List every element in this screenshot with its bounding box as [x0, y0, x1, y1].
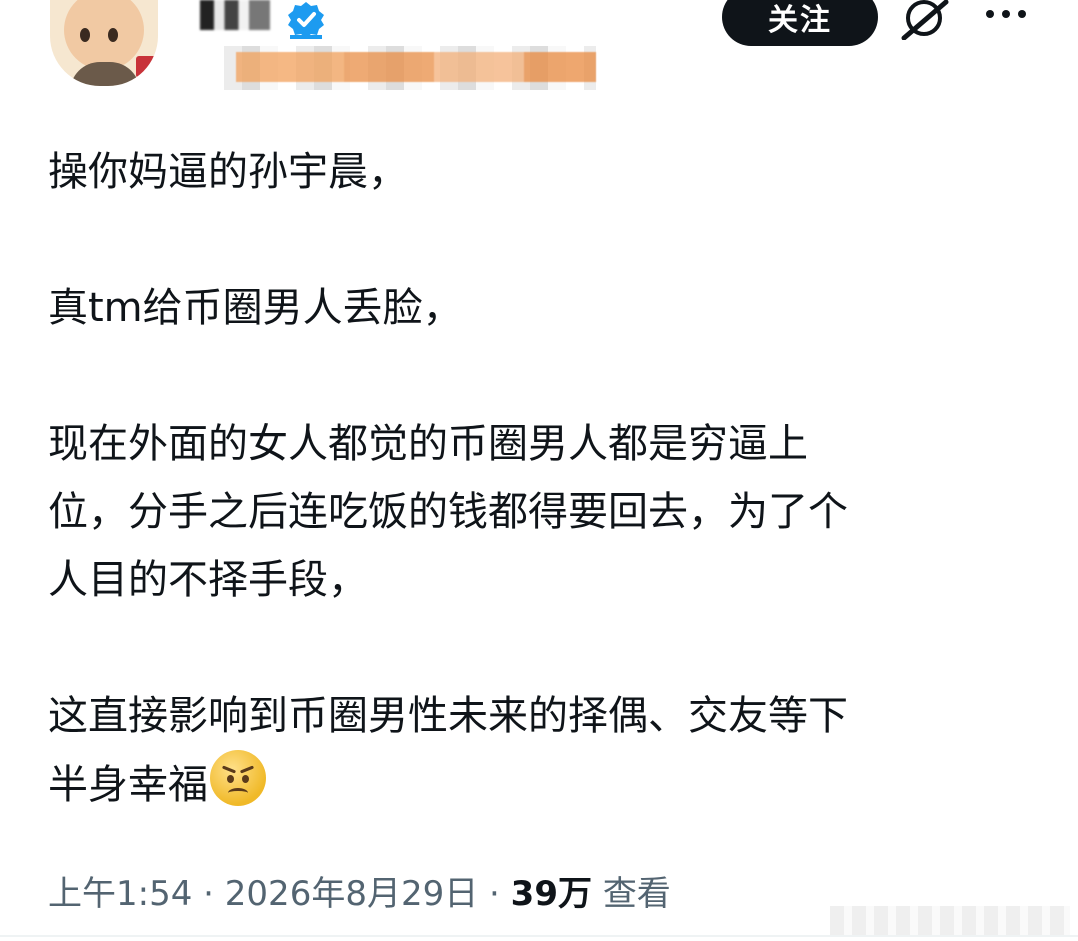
tweet-time[interactable]: 上午1:54: [48, 874, 192, 914]
divider: [0, 935, 1078, 937]
tweet-text: 操你妈逼的孙宇晨， 真tm给币圈男人丢脸， 现在外面的女人都觉的币圈男人都是穷逼…: [48, 138, 1038, 819]
verified-icon: [288, 2, 324, 39]
meta-separator: ·: [489, 874, 500, 914]
display-name-redacted[interactable]: [200, 0, 270, 30]
handle-redacted-highlight: [236, 52, 596, 82]
avatar-eye-right: [108, 28, 118, 42]
watermark-redacted: [830, 906, 1070, 936]
tweet-paragraph-last: 这直接影响到币圈男性未来的择偶、交友等下 半身幸福: [48, 682, 1038, 819]
avatar-head: [64, 0, 144, 70]
avatar-eye-left: [80, 28, 90, 42]
tweet-paragraph-text: 这直接影响到币圈男性未来的择偶、交友等下 半身幸福: [48, 693, 848, 808]
user-avatar[interactable]: [50, 0, 158, 86]
tweet-paragraph: 操你妈逼的孙宇晨，: [48, 149, 408, 195]
more-icon[interactable]: [982, 8, 1030, 20]
avatar-badge: [136, 56, 156, 78]
follow-button[interactable]: 关注: [722, 0, 878, 46]
avatar-body: [70, 62, 140, 86]
tweet-paragraph: 现在外面的女人都觉的币圈男人都是穷逼上 位，分手之后连吃饭的钱都得要回去，为了个…: [48, 421, 848, 603]
grok-icon[interactable]: [900, 0, 950, 40]
view-count[interactable]: 39万: [511, 874, 592, 914]
tweet-date[interactable]: 2026年8月29日: [225, 874, 478, 914]
angry-face-emoji: [210, 750, 266, 806]
tweet-paragraph: 真tm给币圈男人丢脸，: [48, 285, 463, 331]
meta-separator: ·: [203, 874, 214, 914]
view-label: 查看: [602, 874, 671, 914]
tweet-meta: 上午1:54 · 2026年8月29日 · 39万 查看: [48, 866, 671, 915]
